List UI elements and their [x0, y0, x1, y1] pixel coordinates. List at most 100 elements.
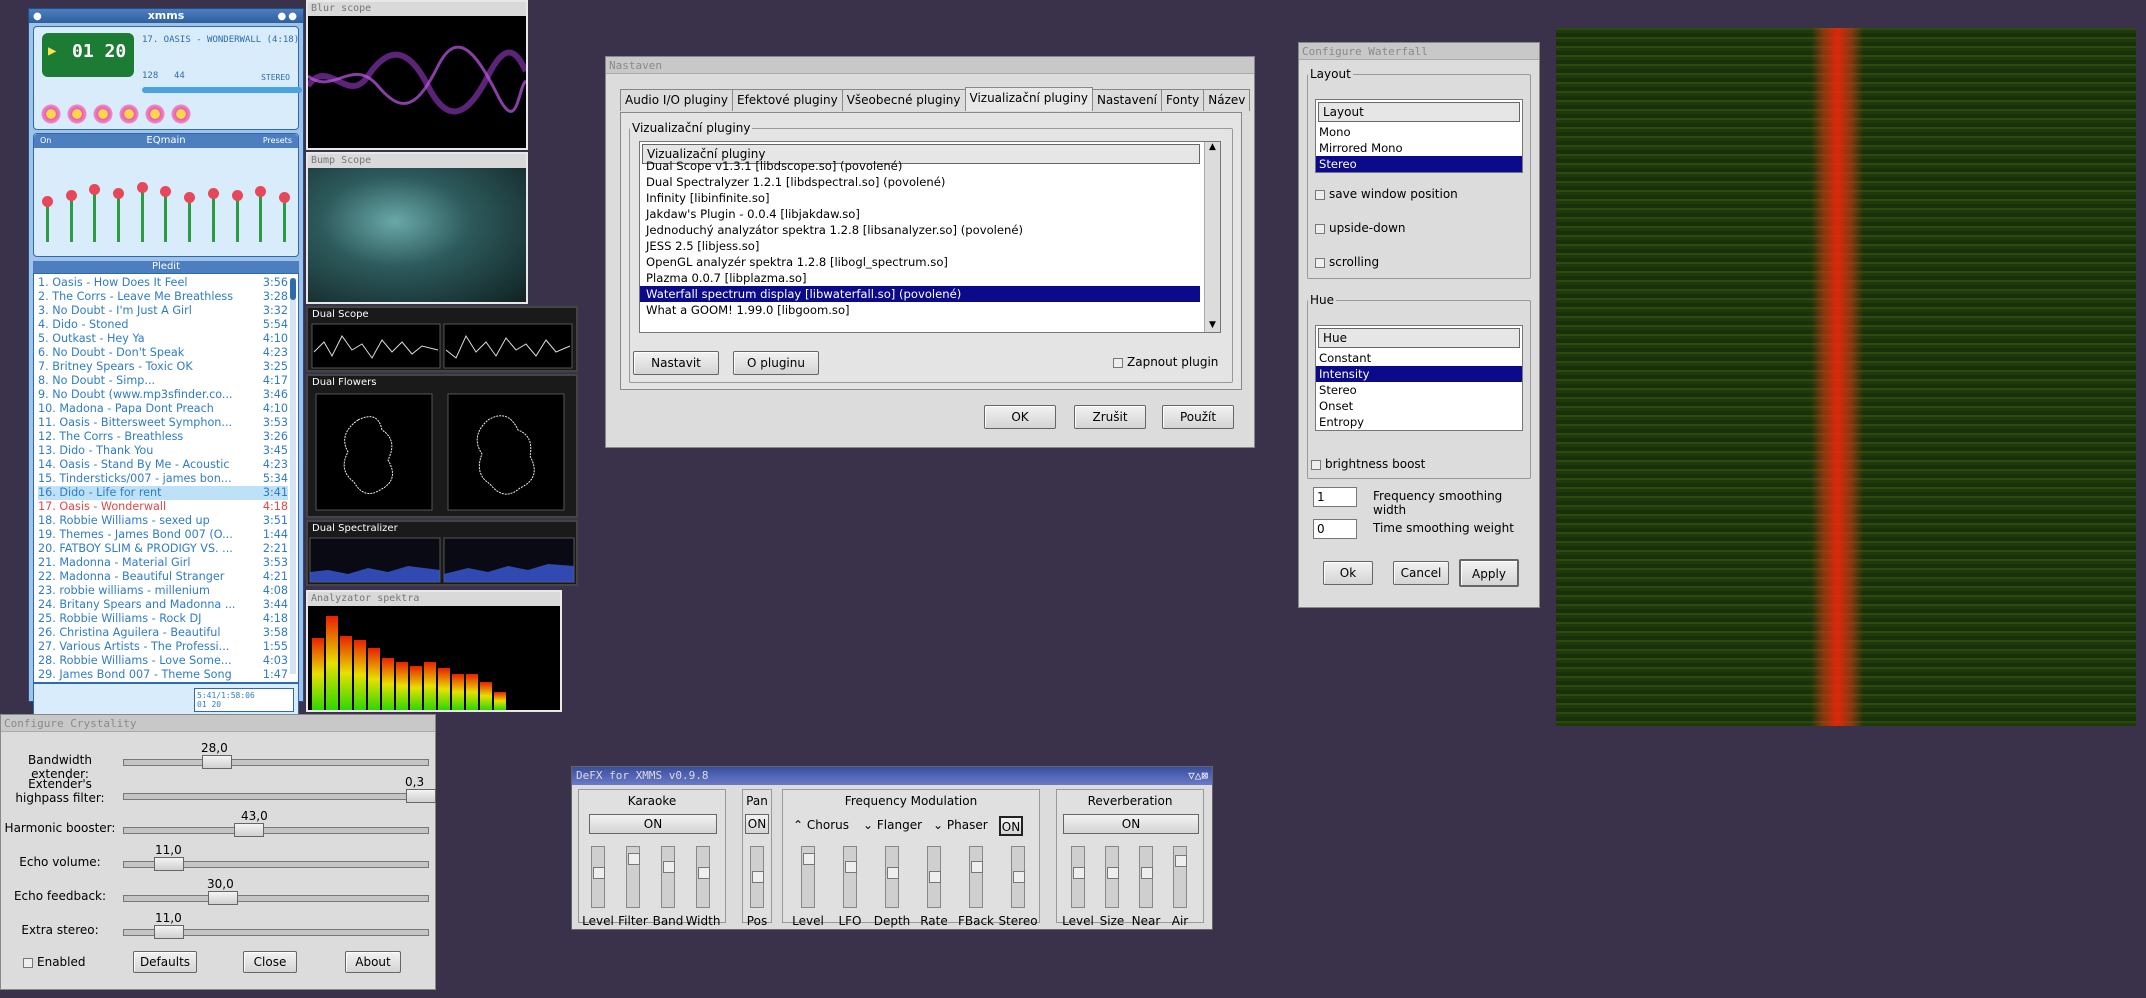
slider-knob[interactable]	[202, 755, 232, 769]
playlist-item[interactable]: 10. Madona - Papa Dont Preach 4:10	[38, 402, 288, 416]
defx-slider[interactable]	[1011, 846, 1025, 908]
hue-option[interactable]: Onset	[1316, 398, 1522, 414]
hue-option[interactable]: Stereo	[1316, 382, 1522, 398]
crystality-slider[interactable]	[123, 925, 429, 939]
playlist-item[interactable]: 9. No Doubt (www.mp3sfinder.co... 3:46	[38, 388, 288, 402]
eq-presets-button[interactable]: Presets	[263, 134, 292, 148]
eq-band-slider[interactable]	[278, 192, 290, 242]
slider-knob[interactable]	[234, 823, 264, 837]
scroll-up-icon[interactable]: ▲	[1205, 142, 1220, 154]
plugins-scrollbar[interactable]: ▲ ▼	[1204, 142, 1220, 332]
tab-3[interactable]: Vizualizační pluginy	[964, 87, 1093, 111]
crystality-slider[interactable]	[123, 891, 429, 905]
save-window-position-checkbox[interactable]: save window position	[1315, 187, 1458, 201]
checkbox-box[interactable]	[1113, 357, 1123, 368]
defx-slider[interactable]	[927, 846, 941, 908]
checkbox-box[interactable]	[1311, 459, 1321, 470]
scrollbar-thumb[interactable]	[290, 278, 296, 300]
playlist[interactable]: 1. Oasis - How Does It Feel 3:56 2. The Co…	[33, 273, 299, 683]
defx-titlebar[interactable]: DeFX for XMMS v0.9.8 ▽△⊠	[572, 767, 1212, 785]
playlist-item[interactable]: 17. Oasis - Wonderwall 4:18	[38, 500, 288, 514]
eq-band-slider[interactable]	[207, 188, 219, 242]
tab-2[interactable]: Všeobecné pluginy	[841, 89, 966, 111]
layout-option[interactable]: Mono	[1316, 124, 1522, 140]
karaoke-on-button[interactable]: ON	[589, 814, 717, 834]
plugin-list-item[interactable]: What a GOOM! 1.99.0 [libgoom.so]	[640, 302, 1200, 318]
reverb-on-button[interactable]: ON	[1063, 814, 1199, 834]
time-display[interactable]: ▶ 01 20	[42, 33, 134, 77]
eq-band-slider[interactable]	[136, 182, 148, 242]
playlist-item[interactable]: 28. Robbie Williams - Love Some... 4:03	[38, 654, 288, 668]
eq-band-slider[interactable]	[184, 192, 196, 242]
defx-slider[interactable]	[801, 846, 815, 908]
defx-slider[interactable]	[843, 846, 857, 908]
playlist-item[interactable]: 27. Various Artists - The Professi... 1:5…	[38, 640, 288, 654]
phaser-radio[interactable]: ⌄ Phaser	[933, 818, 988, 832]
playlist-item[interactable]: 5. Outkast - Hey Ya 4:10	[38, 332, 288, 346]
playlist-item[interactable]: 23. robbie williams - millenium 4:08	[38, 584, 288, 598]
playlist-item[interactable]: 4. Dido - Stoned 5:54	[38, 318, 288, 332]
playlist-titlebar[interactable]: Pledit	[33, 261, 299, 273]
eject-button[interactable]	[170, 103, 192, 125]
menu-icon[interactable]: ●	[33, 10, 42, 24]
close-button[interactable]: Close	[243, 951, 297, 973]
ok-button[interactable]: OK	[984, 405, 1056, 429]
slider-knob[interactable]	[154, 925, 184, 939]
plugin-list-item[interactable]: Jednoduchý analyzátor spektra 1.2.8 [lib…	[640, 222, 1200, 238]
playlist-scrollbar[interactable]	[290, 278, 296, 674]
crystality-slider[interactable]	[123, 789, 436, 803]
tab-6[interactable]: Název	[1203, 89, 1251, 111]
playlist-item[interactable]: 1. Oasis - How Does It Feel 3:56	[38, 276, 288, 290]
eq-band-slider[interactable]	[113, 188, 125, 242]
tab-5[interactable]: Fonty	[1161, 89, 1205, 111]
plugin-list-item[interactable]: OpenGL analyzér spektra 1.2.8 [libogl_sp…	[640, 254, 1200, 270]
plugin-list-item[interactable]: Dual Spectralyzer 1.2.1 [libdspectral.so…	[640, 174, 1200, 190]
enable-plugin-checkbox[interactable]: Zapnout plugin	[1113, 355, 1218, 369]
plugin-list-item[interactable]: Jakdaw's Plugin - 0.0.4 [libjakdaw.so]	[640, 206, 1200, 222]
plugin-list-item[interactable]: JESS 2.5 [libjess.so]	[640, 238, 1200, 254]
xmms-titlebar[interactable]: ● xmms ●●	[29, 9, 303, 23]
eq-band-slider[interactable]	[160, 186, 172, 242]
playlist-item[interactable]: 6. No Doubt - Don't Speak 4:23	[38, 346, 288, 360]
brightness-boost-checkbox[interactable]: brightness boost	[1311, 457, 1425, 471]
eq-band-slider[interactable]	[65, 190, 77, 242]
defx-slider[interactable]	[696, 846, 710, 908]
defx-slider[interactable]	[591, 846, 605, 908]
tab-1[interactable]: Efektové pluginy	[731, 89, 843, 111]
apply-button[interactable]: Apply	[1459, 559, 1519, 587]
crystality-slider[interactable]	[123, 755, 429, 769]
hue-option[interactable]: Intensity	[1316, 366, 1522, 382]
vis-plugins-list[interactable]: Vizualizační pluginy Dual Scope v1.3.1 […	[639, 141, 1221, 333]
scrolling-checkbox[interactable]: scrolling	[1315, 255, 1379, 269]
defx-slider[interactable]	[1173, 846, 1187, 908]
window-buttons-icon[interactable]: ▽△⊠	[1188, 767, 1208, 785]
playlist-item[interactable]: 18. Robbie Williams - sexed up 3:51	[38, 514, 288, 528]
slider-knob[interactable]	[406, 789, 436, 803]
slider-knob[interactable]	[208, 891, 238, 905]
playlist-item[interactable]: 22. Madonna - Beautiful Stranger 4:21	[38, 570, 288, 584]
upside-down-checkbox[interactable]: upside-down	[1315, 221, 1406, 235]
eq-on-toggle[interactable]: On	[40, 134, 51, 148]
plugin-list-item[interactable]: Plazma 0.0.7 [libplazma.so]	[640, 270, 1200, 286]
slider-knob[interactable]	[154, 857, 184, 871]
playlist-item[interactable]: 20. FATBOY SLIM & PRODIGY VS. ... 2:21	[38, 542, 288, 556]
playlist-item[interactable]: 16. Dido - Life for rent 3:41	[38, 486, 288, 500]
playlist-item[interactable]: 13. Dido - Thank You 3:45	[38, 444, 288, 458]
playlist-item[interactable]: 14. Oasis - Stand By Me - Acoustic 4:23	[38, 458, 288, 472]
enabled-checkbox[interactable]: Enabled	[23, 955, 86, 969]
scroll-down-icon[interactable]: ▼	[1205, 320, 1220, 332]
apply-button[interactable]: Použít	[1162, 405, 1234, 429]
previous-button[interactable]	[40, 103, 62, 125]
playlist-item[interactable]: 12. The Corrs - Breathless 3:26	[38, 430, 288, 444]
position-slider[interactable]	[142, 87, 302, 93]
hue-option[interactable]: Entropy	[1316, 414, 1522, 430]
playlist-item[interactable]: 11. Oasis - Bittersweet Symphon... 3:53	[38, 416, 288, 430]
flanger-radio[interactable]: ⌄ Flanger	[863, 818, 922, 832]
play-button[interactable]	[66, 103, 88, 125]
pause-button[interactable]	[92, 103, 114, 125]
about-button[interactable]: About	[345, 951, 401, 973]
frequency-smoothing-spinbox[interactable]: 1	[1313, 487, 1357, 507]
checkbox-box[interactable]	[23, 957, 33, 968]
time-smoothing-spinbox[interactable]: 0	[1313, 519, 1357, 539]
eq-band-slider[interactable]	[231, 190, 243, 242]
